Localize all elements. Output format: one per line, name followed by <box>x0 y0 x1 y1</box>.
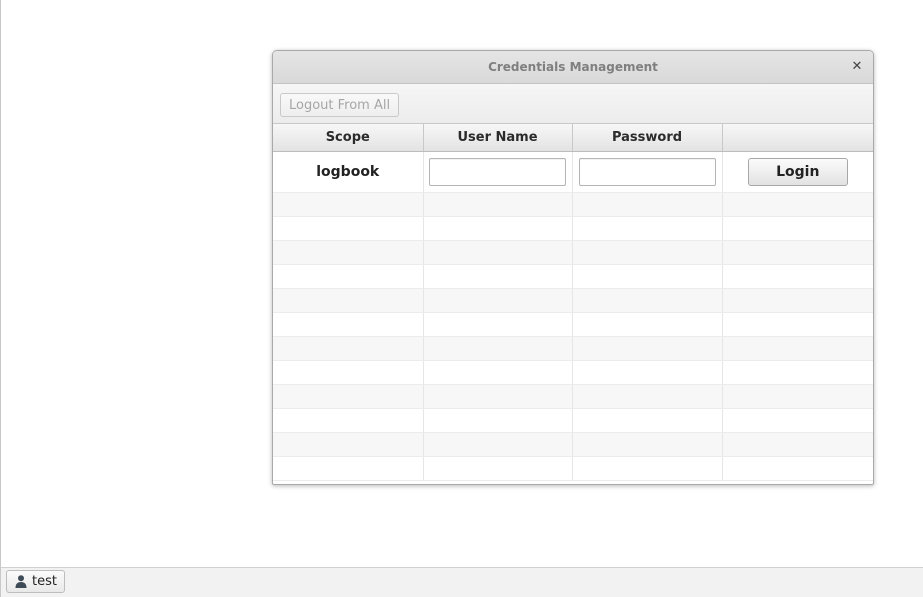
empty-row <box>273 312 873 337</box>
dialog-titlebar[interactable]: Credentials Management ✕ <box>273 51 873 84</box>
column-header-username[interactable]: User Name <box>423 124 573 152</box>
user-button[interactable]: test <box>6 570 65 593</box>
user-label: test <box>32 574 57 589</box>
user-icon <box>15 575 27 588</box>
password-input[interactable] <box>578 157 716 186</box>
empty-row <box>273 456 873 481</box>
empty-row <box>273 360 873 385</box>
dialog-toolbar: Logout From All <box>273 84 873 124</box>
login-button[interactable]: Login <box>747 157 848 186</box>
logout-from-all-button[interactable]: Logout From All <box>280 93 400 117</box>
column-header-action[interactable] <box>722 124 873 152</box>
action-cell: Login <box>722 151 873 193</box>
credentials-dialog: Credentials Management ✕ Logout From All… <box>272 50 874 485</box>
credentials-table: Scope User Name Password logbook Login <box>273 124 873 481</box>
password-cell <box>572 151 723 193</box>
empty-row <box>273 288 873 313</box>
app-window: Credentials Management ✕ Logout From All… <box>0 0 923 597</box>
empty-row <box>273 192 873 217</box>
empty-row <box>273 240 873 265</box>
dialog-title: Credentials Management <box>488 60 658 74</box>
empty-row <box>273 216 873 241</box>
scope-cell: logbook <box>273 151 424 193</box>
status-bar: test <box>1 567 923 597</box>
close-icon[interactable]: ✕ <box>849 59 865 75</box>
username-cell <box>423 151 573 193</box>
table-header-row: Scope User Name Password <box>273 124 873 152</box>
username-input[interactable] <box>429 157 566 186</box>
empty-row <box>273 432 873 457</box>
empty-row <box>273 408 873 433</box>
column-header-password[interactable]: Password <box>572 124 723 152</box>
table-row[interactable]: logbook Login <box>273 151 873 193</box>
column-header-scope[interactable]: Scope <box>273 124 424 152</box>
empty-row <box>273 384 873 409</box>
empty-row <box>273 336 873 361</box>
empty-row <box>273 264 873 289</box>
